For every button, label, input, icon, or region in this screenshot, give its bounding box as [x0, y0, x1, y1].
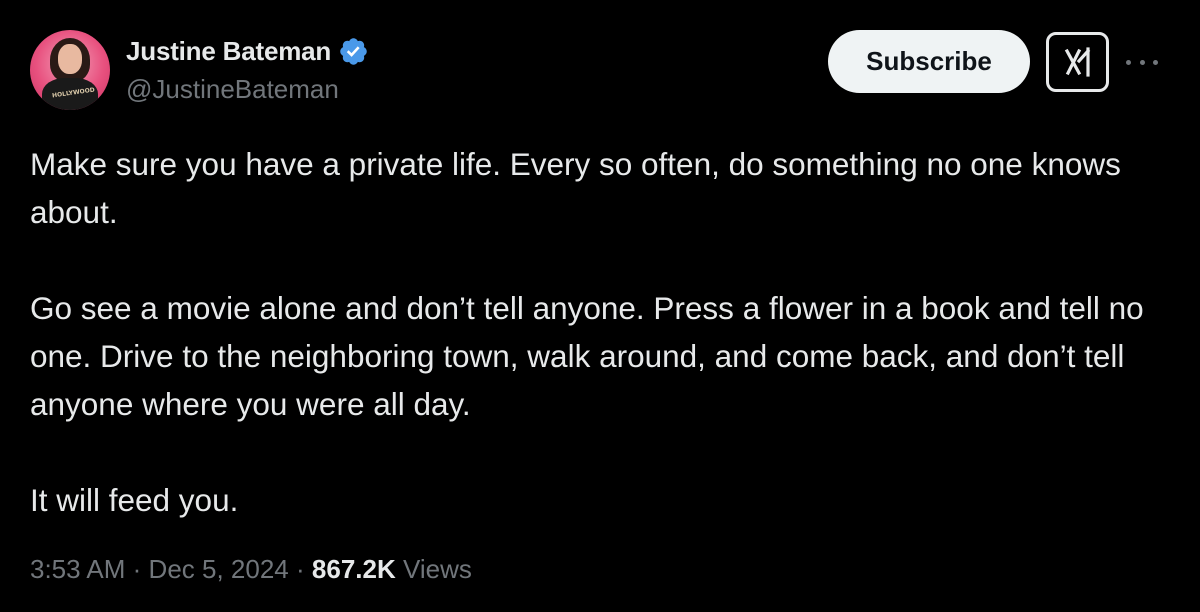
views-count[interactable]: 867.2K — [312, 554, 396, 584]
tweet-paragraph: Go see a movie alone and don’t tell anyo… — [30, 290, 1144, 422]
tweet-date[interactable]: Dec 5, 2024 — [149, 554, 289, 584]
author-name-row: Justine Bateman — [126, 34, 369, 68]
more-dot — [1153, 59, 1158, 65]
grok-button[interactable] — [1046, 32, 1109, 92]
tweet-meta: 3:53 AM · Dec 5, 2024 · 867.2K Views — [30, 554, 472, 585]
tweet-text: Make sure you have a private life. Every… — [30, 140, 1170, 524]
more-dot — [1126, 59, 1131, 65]
meta-separator: · — [296, 554, 305, 584]
tweet-paragraph: It will feed you. — [30, 482, 239, 518]
views-label[interactable]: Views — [403, 554, 472, 584]
verified-badge-icon[interactable] — [338, 36, 369, 67]
tweet-time[interactable]: 3:53 AM — [30, 554, 125, 584]
grok-icon — [1064, 47, 1090, 77]
more-dot — [1139, 59, 1145, 65]
author-display-name[interactable]: Justine Bateman — [126, 36, 331, 67]
meta-separator: · — [132, 554, 142, 584]
author-handle[interactable]: @JustineBateman — [126, 74, 339, 105]
tweet-card: HOLLYWOOD Justine Bateman @JustineBatema… — [0, 0, 1200, 612]
avatar-face — [58, 44, 82, 74]
subscribe-button[interactable]: Subscribe — [828, 30, 1030, 93]
avatar[interactable]: HOLLYWOOD — [30, 30, 110, 110]
more-icon[interactable] — [1126, 52, 1158, 72]
tweet-paragraph: Make sure you have a private life. Every… — [30, 146, 1121, 230]
